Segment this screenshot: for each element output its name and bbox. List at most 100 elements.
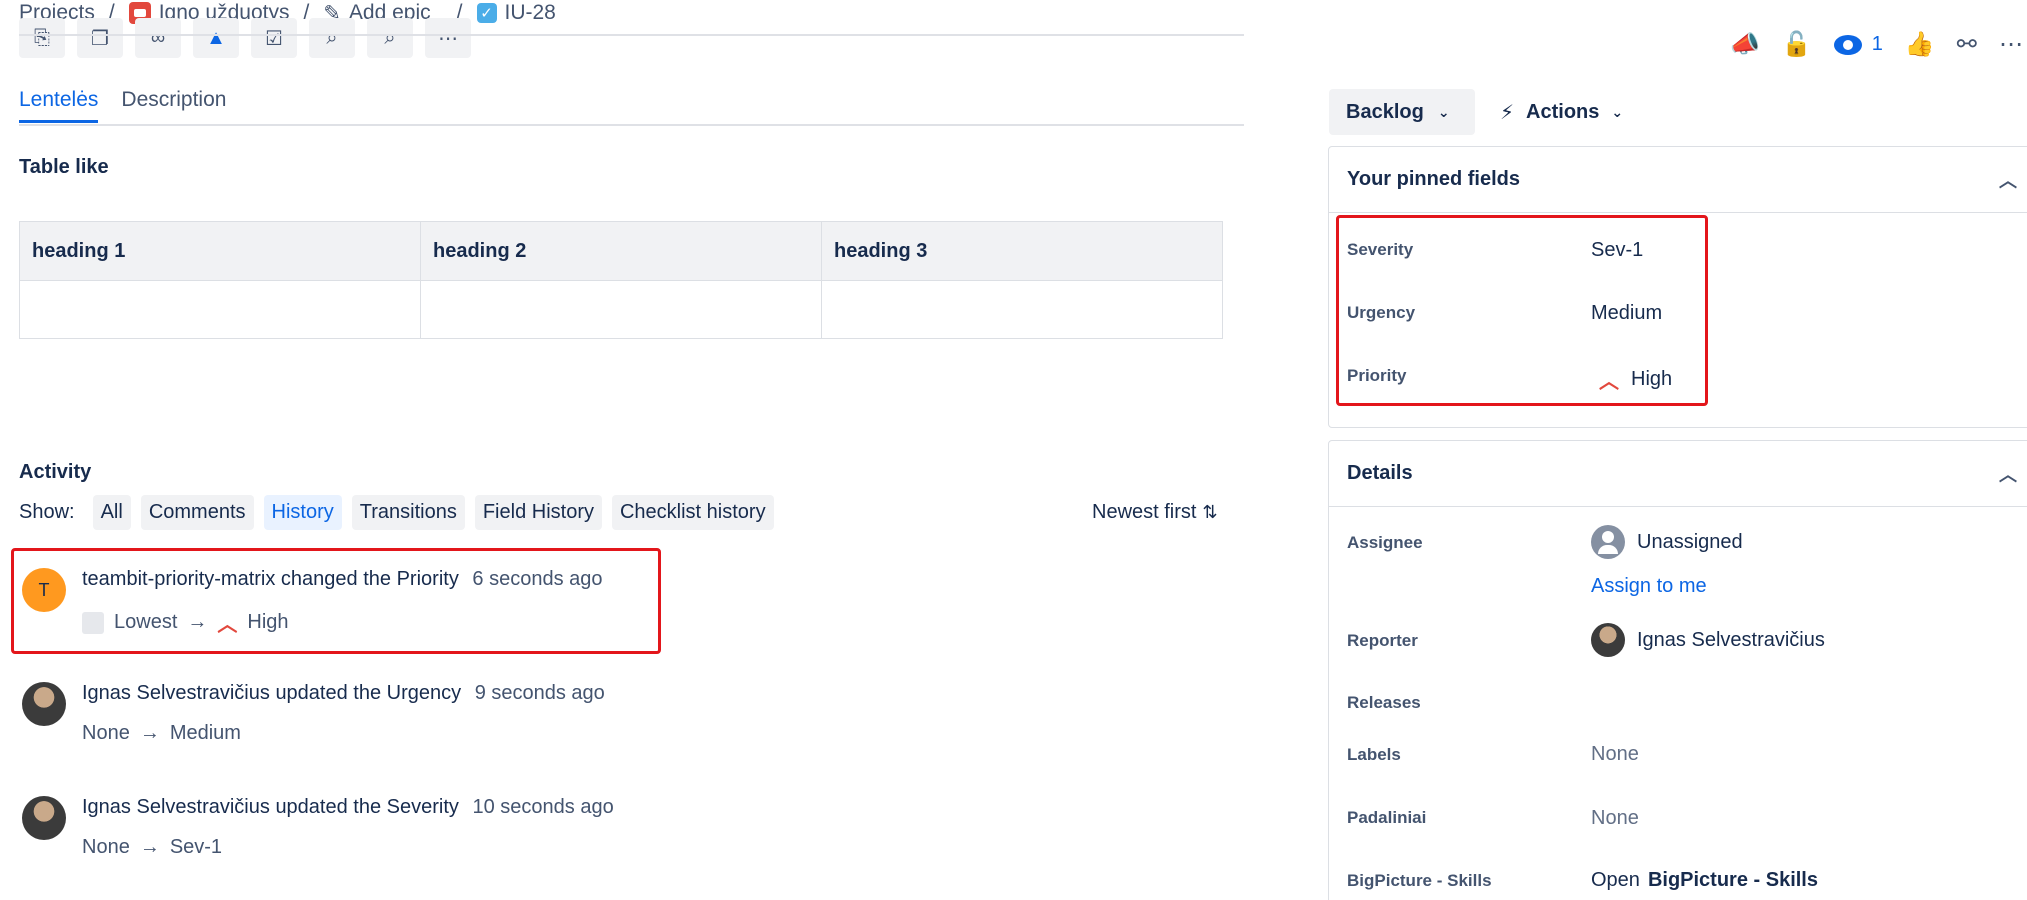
field-label-bigpicture: BigPicture - Skills (1347, 871, 1492, 890)
search-icon[interactable]: ⌕ (367, 18, 413, 58)
sort-label: Newest first (1092, 501, 1197, 523)
filter-field-history[interactable]: Field History (474, 495, 602, 530)
avatar (22, 682, 66, 726)
activity-item: Ignas Selvestravičius updated the Severi… (22, 796, 722, 866)
assign-to-me-link[interactable]: Assign to me (1591, 575, 1707, 598)
field-label-assignee: Assignee (1347, 533, 1423, 552)
table-cell[interactable] (19, 280, 421, 339)
field-value-assignee[interactable]: Unassigned (1591, 525, 1743, 559)
sort-button[interactable]: Newest first ⇅ (1092, 501, 1218, 524)
task-checkbox-icon: ✓ (476, 3, 497, 23)
activity-actor[interactable]: Ignas Selvestravičius (82, 682, 270, 704)
copy-icon[interactable]: ❐ (77, 18, 123, 58)
status-label: Backlog (1346, 100, 1424, 123)
field-value-padaliniai[interactable]: None (1591, 807, 1639, 830)
actions-dropdown[interactable]: ⚡ Actions ⌄ (1500, 89, 1623, 135)
filter-transitions[interactable]: Transitions (351, 495, 465, 530)
link-icon[interactable]: ∞ (135, 18, 181, 58)
bigpicture-link[interactable]: BigPicture - Skills (1648, 869, 1818, 892)
activity-filters: Show: All Comments History Transitions F… (19, 495, 774, 530)
filter-comments[interactable]: Comments (140, 495, 254, 530)
activity-actor[interactable]: Ignas Selvestravičius (82, 796, 270, 818)
table-row (19, 280, 1223, 339)
field-value-labels[interactable]: None (1591, 743, 1639, 766)
chevron-up-icon[interactable]: ︿ (1999, 167, 2017, 193)
chevron-down-icon: ⌄ (1437, 103, 1450, 120)
field-label-reporter: Reporter (1347, 631, 1418, 650)
arrow-right-icon: → (139, 722, 160, 744)
sort-icon: ⇅ (1202, 502, 1218, 522)
activity-from: None (82, 722, 130, 744)
unassigned-avatar-icon (1591, 525, 1625, 559)
bird-icon[interactable]: ▲ (193, 18, 239, 58)
activity-verb: updated the (275, 796, 382, 818)
status-dropdown[interactable]: Backlog ⌄ (1329, 89, 1475, 135)
field-label-padaliniai: Padaliniai (1347, 808, 1427, 827)
table-header-cell: heading 3 (821, 221, 1223, 281)
activity-from: None (82, 836, 130, 858)
search-doc-icon[interactable]: ⌕ (309, 18, 355, 58)
field-label-releases: Releases (1347, 693, 1421, 712)
activity-time: 9 seconds ago (474, 682, 605, 704)
share-icon[interactable]: ⚯ (1957, 30, 1977, 59)
field-label-labels: Labels (1347, 745, 1401, 764)
table-cell[interactable] (420, 280, 822, 339)
filter-history[interactable]: History (263, 495, 342, 530)
more-icon[interactable]: ⋯ (1999, 30, 2023, 59)
watch-icon (1833, 34, 1862, 55)
table-title: Table like (19, 156, 109, 178)
assignee-value: Unassigned (1637, 530, 1743, 553)
activity-field: Urgency (386, 682, 462, 704)
activity-header: Ignas Selvestravičius updated the Urgenc… (82, 682, 605, 705)
filter-checklist-history[interactable]: Checklist history (611, 495, 774, 530)
activity-to: Medium (169, 722, 241, 744)
reporter-value: Ignas Selvestravičius (1637, 628, 1825, 651)
chevron-down-icon: ⌄ (1611, 103, 1624, 120)
pinned-fields-title: Your pinned fields (1347, 168, 1520, 190)
breadcrumb-issue-label: IU-28 (504, 1, 556, 24)
tabs-divider (19, 124, 1244, 126)
content-tabs: Lentelės Description (19, 88, 226, 123)
details-title: Details (1347, 462, 1413, 484)
header-divider (19, 34, 1244, 36)
activity-title: Activity (19, 461, 92, 483)
tab-description[interactable]: Description (121, 88, 226, 123)
table-header-cell: heading 1 (19, 221, 421, 281)
details-header[interactable]: Details ︿ (1329, 441, 2027, 507)
watch-count: 1 (1871, 33, 1883, 55)
actions-label: Actions (1526, 100, 1600, 123)
pinned-fields-header[interactable]: Your pinned fields ︿ (1329, 147, 2027, 213)
filter-all[interactable]: All (92, 495, 131, 530)
bigpicture-open: Open (1591, 869, 1640, 891)
lightning-icon: ⚡ (1500, 101, 1515, 124)
field-value-reporter[interactable]: Ignas Selvestravičius (1591, 623, 1825, 657)
avatar (22, 796, 66, 840)
tab-lenteles[interactable]: Lentelės (19, 88, 99, 123)
activity-verb: updated the (275, 682, 382, 704)
table-cell[interactable] (821, 280, 1223, 339)
highlight-box-pinned (1336, 215, 1708, 406)
activity-to: Sev-1 (169, 836, 223, 858)
breadcrumb-issue[interactable]: ✓ IU-28 (476, 1, 556, 25)
table-header-cell: heading 2 (420, 221, 822, 281)
activity-time: 10 seconds ago (472, 796, 614, 818)
activity-item: Ignas Selvestravičius updated the Urgenc… (22, 682, 722, 752)
more-icon[interactable]: ⋯ (425, 18, 471, 58)
show-label: Show: (19, 501, 75, 523)
paperclip-icon[interactable]: ⎘ (19, 18, 65, 58)
issue-header-actions: 📣 🔓 1 👍 ⚯ ⋯ (1730, 30, 2023, 59)
details-panel: Details ︿ Assignee Unassigned Assign to … (1328, 440, 2027, 900)
activity-header: Ignas Selvestravičius updated the Severi… (82, 796, 614, 819)
checklist-icon[interactable]: ☑ (251, 18, 297, 58)
lock-icon[interactable]: 🔓 (1782, 30, 1812, 59)
chevron-up-icon[interactable]: ︿ (1999, 461, 2017, 487)
watch-button[interactable]: 1 (1833, 33, 1883, 56)
arrow-right-icon: → (139, 836, 160, 858)
thumbs-up-icon[interactable]: 👍 (1905, 30, 1935, 59)
activity-change: None → Medium (82, 722, 241, 745)
activity-field: Severity (386, 796, 459, 818)
table-header-row: heading 1 heading 2 heading 3 (19, 221, 1223, 281)
content-table: heading 1 heading 2 heading 3 (19, 221, 1223, 339)
field-value-bigpicture[interactable]: Open BigPicture - Skills (1591, 869, 1818, 892)
megaphone-icon[interactable]: 📣 (1730, 30, 1760, 59)
